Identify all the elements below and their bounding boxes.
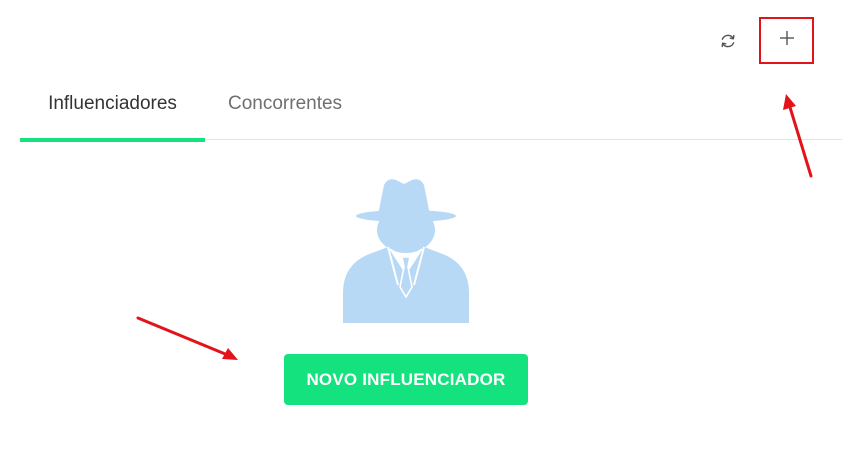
refresh-icon: [719, 32, 737, 55]
tab-label: Concorrentes: [228, 93, 343, 114]
tab-concorrentes[interactable]: Concorrentes: [228, 82, 358, 139]
annotation-arrow-left: [136, 316, 238, 360]
tab-bar: Influenciadores Concorrentes: [20, 82, 842, 142]
plus-icon: [778, 29, 796, 52]
refresh-button[interactable]: [712, 28, 744, 58]
new-influencer-button[interactable]: NOVO INFLUENCIADOR: [284, 354, 528, 405]
tab-label: Influenciadores: [48, 93, 177, 114]
spy-agent-icon: [338, 175, 478, 327]
tab-influenciadores[interactable]: Influenciadores: [20, 82, 205, 142]
add-button[interactable]: [759, 17, 814, 64]
